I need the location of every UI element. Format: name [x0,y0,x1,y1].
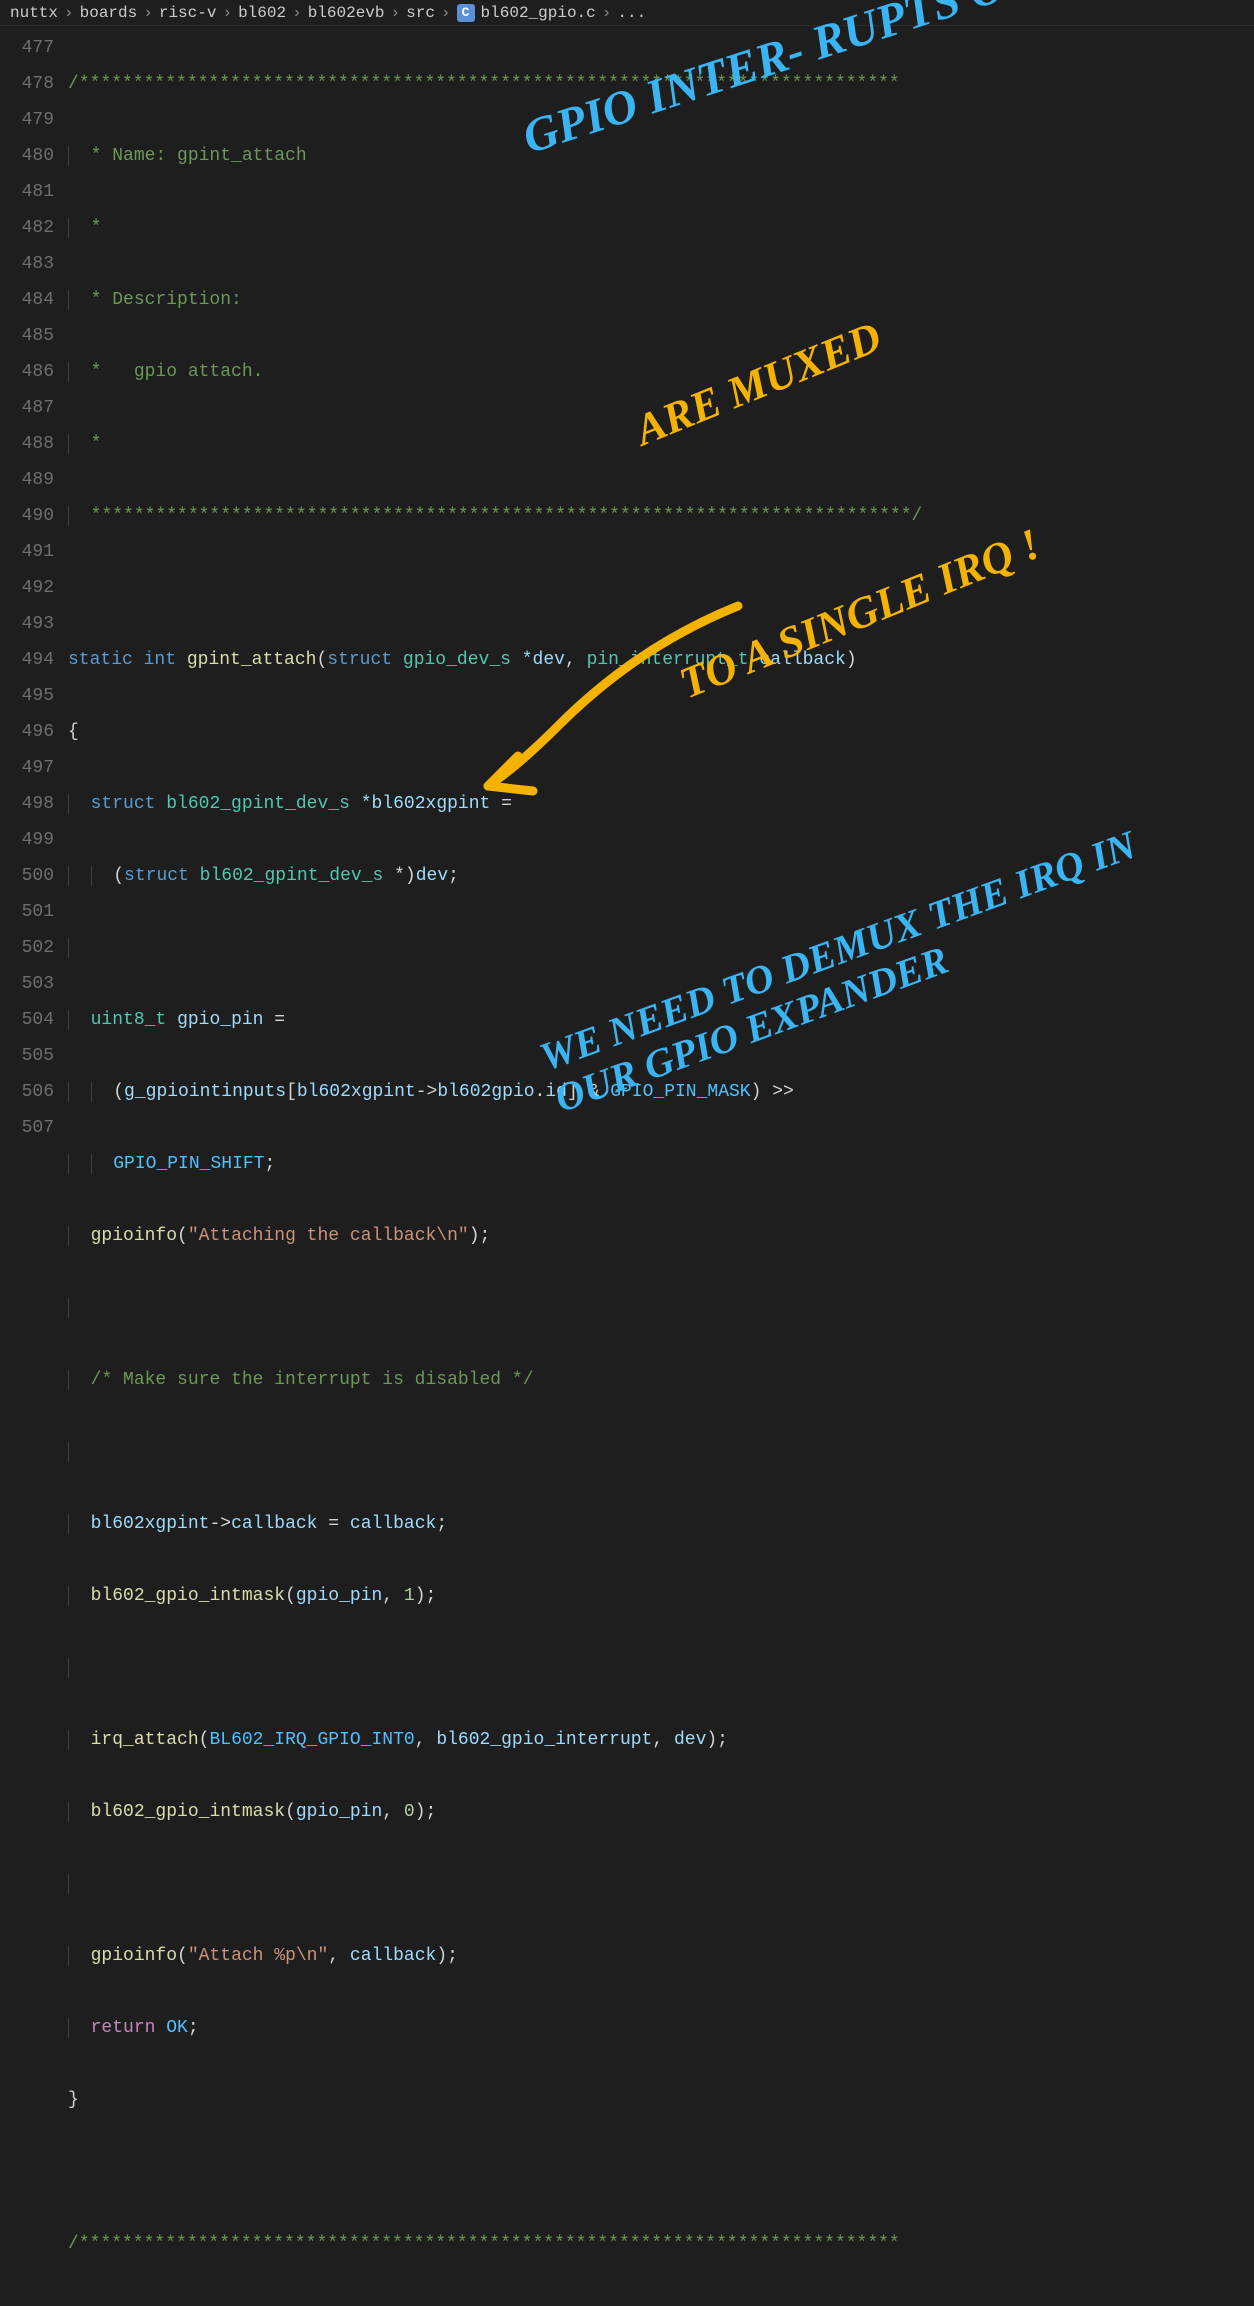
code-line: gpioinfo("Attaching the callback\n"); [68,1218,1254,1254]
line-number: 488 [10,426,54,462]
breadcrumb[interactable]: nuttx › boards › risc-v › bl602 › bl602e… [0,0,1254,26]
chevron-right-icon: › [602,4,612,22]
line-number: 482 [10,210,54,246]
line-number: 503 [10,966,54,1002]
code-line: static int gpint_attach(struct gpio_dev_… [68,642,1254,678]
line-number: 480 [10,138,54,174]
breadcrumb-file[interactable]: bl602_gpio.c [481,4,596,22]
line-number: 483 [10,246,54,282]
line-number: 505 [10,1038,54,1074]
code-line: struct bl602_gpint_dev_s *bl602xgpint = [68,786,1254,822]
breadcrumb-more[interactable]: ... [617,4,646,22]
line-number: 493 [10,606,54,642]
comment-line: * Description: [80,290,242,310]
line-number: 478 [10,66,54,102]
line-number: 485 [10,318,54,354]
c-file-icon: C [457,4,475,22]
chevron-right-icon: › [441,4,451,22]
line-number: 490 [10,498,54,534]
line-number: 506 [10,1074,54,1110]
breadcrumb-item[interactable]: bl602evb [308,4,385,22]
line-number: 497 [10,750,54,786]
line-number: 504 [10,1002,54,1038]
blank-line [68,930,1254,966]
code-line: } [68,2082,1254,2118]
blank-line [68,1290,1254,1326]
blank-line [68,1434,1254,1470]
breadcrumb-item[interactable]: boards [80,4,138,22]
code-line: (g_gpiointinputs[bl602xgpint->bl602gpio.… [68,1074,1254,1110]
code-line: gpioinfo("Attach %p\n", callback); [68,1938,1254,1974]
line-number: 502 [10,930,54,966]
breadcrumb-item[interactable]: risc-v [159,4,217,22]
blank-line [68,1650,1254,1686]
line-number: 496 [10,714,54,750]
comment-line: * [80,218,102,238]
code-line: { [68,714,1254,750]
code-line: GPIO_PIN_SHIFT; [68,1146,1254,1182]
comment-line: /***************************************… [68,2234,900,2254]
line-number: 501 [10,894,54,930]
code-content[interactable]: /***************************************… [68,26,1254,1153]
breadcrumb-item[interactable]: nuttx [10,4,58,22]
comment-line: /* Make sure the interrupt is disabled *… [68,1362,1254,1398]
code-line: irq_attach(BL602_IRQ_GPIO_INT0, bl602_gp… [68,1722,1254,1758]
line-number: 507 [10,1110,54,1146]
editor-area[interactable]: 4774784794804814824834844854864874884894… [0,26,1254,1153]
chevron-right-icon: › [292,4,302,22]
comment-line: * gpio attach. [80,362,264,382]
line-number: 486 [10,354,54,390]
line-number: 500 [10,858,54,894]
chevron-right-icon: › [222,4,232,22]
line-number: 481 [10,174,54,210]
code-line: bl602_gpio_intmask(gpio_pin, 1); [68,1578,1254,1614]
comment-line: * Name: gpint_attach [80,146,307,166]
line-number: 484 [10,282,54,318]
blank-line [68,2154,1254,2190]
line-number: 479 [10,102,54,138]
breadcrumb-item[interactable]: src [406,4,435,22]
line-number: 489 [10,462,54,498]
line-number: 494 [10,642,54,678]
code-line: bl602_gpio_intmask(gpio_pin, 0); [68,1794,1254,1830]
line-number: 499 [10,822,54,858]
chevron-right-icon: › [143,4,153,22]
arrow-icon [438,586,758,816]
line-number: 498 [10,786,54,822]
code-line: (struct bl602_gpint_dev_s *)dev; [68,858,1254,894]
line-number: 491 [10,534,54,570]
line-number: 477 [10,30,54,66]
line-number-gutter: 4774784794804814824834844854864874884894… [0,26,68,1153]
comment-line: /***************************************… [68,74,900,94]
chevron-right-icon: › [64,4,74,22]
line-number: 495 [10,678,54,714]
line-number: 487 [10,390,54,426]
line-number: 492 [10,570,54,606]
blank-line [68,1866,1254,1902]
breadcrumb-item[interactable]: bl602 [238,4,286,22]
code-line: return OK; [68,2010,1254,2046]
comment-line: ****************************************… [80,506,923,526]
blank-line [68,570,1254,606]
comment-line: * [80,434,102,454]
code-line: bl602xgpint->callback = callback; [68,1506,1254,1542]
code-line: uint8_t gpio_pin = [68,1002,1254,1038]
chevron-right-icon: › [391,4,401,22]
